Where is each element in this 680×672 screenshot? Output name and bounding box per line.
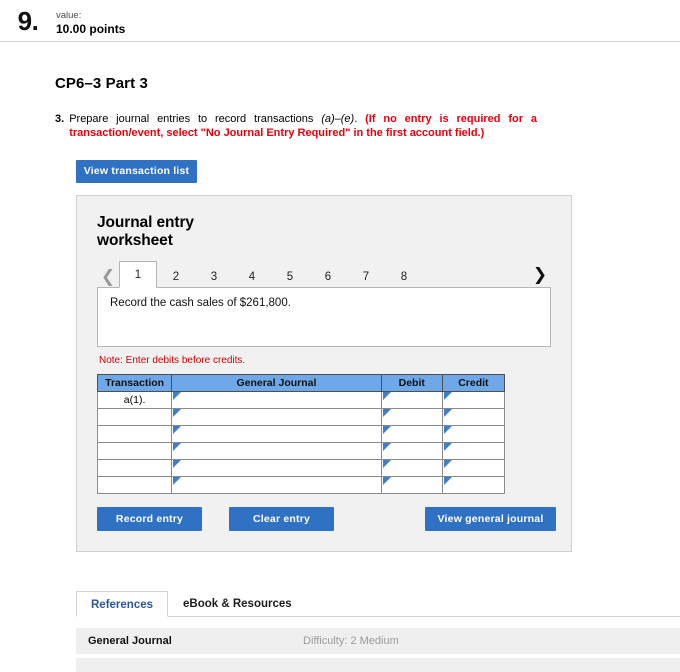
worksheet-tab-3[interactable]: 3 [195,264,233,288]
worksheet-tabs: 1 2 3 4 5 6 7 8 [119,261,423,288]
table-row [96,476,506,494]
transaction-label [96,459,173,477]
worksheet-tab-8[interactable]: 8 [385,264,423,288]
transaction-description-box: Record the cash sales of $261,800. [97,287,551,347]
prompt-lead: Prepare journal entries to record transa… [69,113,322,125]
debit-cell[interactable] [380,391,443,409]
view-general-journal-button[interactable]: View general journal [425,507,556,531]
worksheet-tab-4[interactable]: 4 [233,264,271,288]
dropdown-marker-icon [382,409,391,417]
prompt-mid: . [354,113,366,125]
prompt-italic: (a)–(e) [321,113,355,125]
reference-meta-row-secondary [76,658,680,672]
general-journal-cell[interactable] [171,459,382,477]
worksheet-tabstrip: ❮ 1 2 3 4 5 6 7 8 ❯ [97,261,551,288]
debit-cell[interactable] [380,459,443,477]
worksheet-tab-2[interactable]: 2 [157,264,195,288]
difficulty-label: Difficulty: 2 Medium [303,635,399,647]
chevron-right-icon[interactable]: ❯ [529,264,551,286]
dropdown-marker-icon [443,392,452,400]
table-row [96,442,506,460]
debits-before-credits-note: Note: Enter debits before credits. [99,355,246,366]
transaction-label [96,442,173,460]
debit-cell[interactable] [380,425,443,443]
column-header-debit: Debit [380,374,443,392]
dropdown-marker-icon [382,460,391,468]
credit-cell[interactable] [441,459,506,477]
transaction-description: Record the cash sales of $261,800. [110,297,291,309]
dropdown-marker-icon [443,460,452,468]
page-title: CP6–3 Part 3 [55,75,148,92]
prompt-number: 3. [55,113,65,125]
worksheet-tab-6[interactable]: 6 [309,264,347,288]
main-content: CP6–3 Part 3 3. Prepare journal entries … [0,75,680,672]
credit-cell[interactable] [441,442,506,460]
journal-entry-worksheet-panel: Journal entry worksheet ❮ 1 2 3 4 5 6 7 … [76,195,572,552]
debit-cell[interactable] [380,476,443,494]
transaction-label [96,408,173,426]
credit-cell[interactable] [441,391,506,409]
question-prompt: 3. Prepare journal entries to record tra… [55,112,537,140]
debit-cell[interactable] [380,442,443,460]
dropdown-marker-icon [173,409,182,417]
dropdown-marker-icon [382,426,391,434]
debit-cell[interactable] [380,408,443,426]
table-row [96,425,506,443]
column-header-general-journal: General Journal [171,374,382,392]
credit-cell[interactable] [441,408,506,426]
tab-ebook-and-resources[interactable]: eBook & Resources [168,590,307,616]
dropdown-marker-icon [382,443,391,451]
view-transaction-list-button[interactable]: View transaction list [76,160,197,183]
dropdown-marker-icon [382,392,391,400]
general-journal-cell[interactable] [171,408,382,426]
dropdown-marker-icon [173,392,182,400]
column-header-credit: Credit [441,374,506,392]
worksheet-tab-1[interactable]: 1 [119,261,157,288]
question-header: 9. value: 10.00 points [0,0,680,42]
worksheet-actions: Record entry Clear entry View general jo… [97,507,556,531]
record-entry-button[interactable]: Record entry [97,507,202,531]
transaction-label [96,476,173,494]
worksheet-title: Journal entry worksheet [97,214,194,249]
question-value-block: value: 10.00 points [56,6,125,36]
dropdown-marker-icon [173,477,182,485]
clear-entry-button[interactable]: Clear entry [229,507,334,531]
general-journal-cell[interactable] [171,442,382,460]
reference-label: General Journal [88,635,172,647]
credit-cell[interactable] [441,476,506,494]
general-journal-cell[interactable] [171,391,382,409]
reference-meta-row: General Journal Difficulty: 2 Medium Lea [76,628,680,654]
credit-cell[interactable] [441,425,506,443]
points-value: 10.00 points [56,22,126,36]
worksheet-tab-7[interactable]: 7 [347,264,385,288]
question-number: 9. [17,6,39,36]
dropdown-marker-icon [382,477,391,485]
table-header-row: Transaction General Journal Debit Credit [96,374,506,392]
journal-entry-table: Transaction General Journal Debit Credit… [96,374,506,494]
dropdown-marker-icon [173,426,182,434]
prompt-text: Prepare journal entries to record transa… [69,112,537,140]
tab-references[interactable]: References [76,591,169,617]
general-journal-cell[interactable] [171,425,382,443]
general-journal-cell[interactable] [171,476,382,494]
dropdown-marker-icon [443,409,452,417]
dropdown-marker-icon [173,460,182,468]
transaction-label: a(1). [96,391,173,409]
table-row [96,459,506,477]
value-label: value: [56,10,82,21]
bottom-tabs: References eBook & Resources [76,590,680,617]
table-row [96,408,506,426]
transaction-label [96,425,173,443]
dropdown-marker-icon [443,443,452,451]
table-row: a(1). [96,391,506,409]
dropdown-marker-icon [173,443,182,451]
column-header-transaction: Transaction [96,374,173,392]
chevron-left-icon[interactable]: ❮ [97,266,119,288]
dropdown-marker-icon [443,426,452,434]
worksheet-tab-5[interactable]: 5 [271,264,309,288]
dropdown-marker-icon [443,477,452,485]
